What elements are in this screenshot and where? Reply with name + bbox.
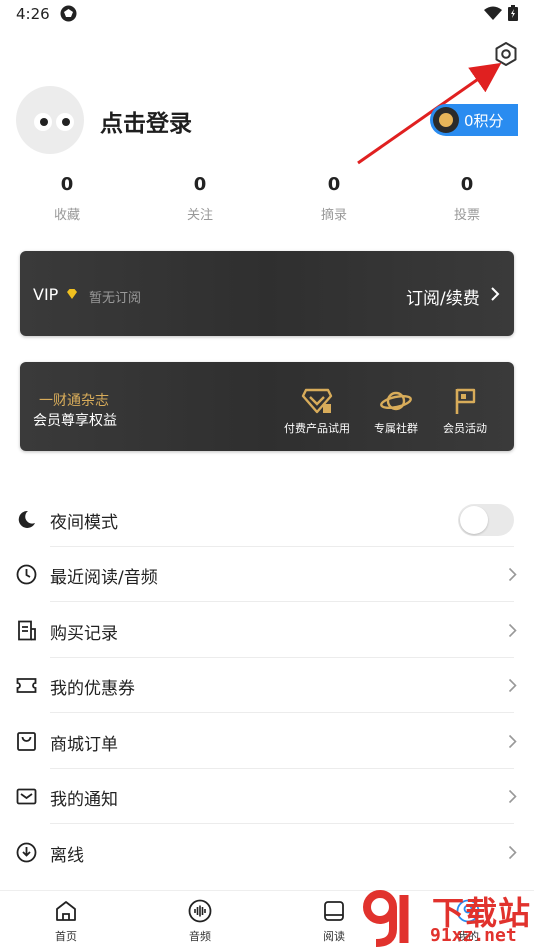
- chevron-right-icon: [508, 734, 517, 749]
- menu-label: 购买记录: [50, 624, 118, 644]
- menu-item-night-mode: 夜间模式: [0, 492, 534, 547]
- stat-value: 0: [460, 174, 474, 195]
- home-icon: [56, 901, 76, 921]
- stats-row: 0 收藏 0 关注 0 摘录 0 投票: [0, 172, 534, 228]
- menu-item-coupons[interactable]: 我的优惠券: [0, 658, 534, 713]
- points-button[interactable]: 0积分: [430, 104, 518, 136]
- status-bar: 4:26: [0, 0, 534, 30]
- gift-icon: [301, 388, 333, 414]
- receipt-icon: [18, 620, 36, 641]
- menu-label: 离线: [50, 846, 84, 866]
- benefit-label: 专属社群: [374, 422, 418, 435]
- stat-label: 投票: [453, 208, 480, 223]
- stat-votes[interactable]: 0 投票: [417, 172, 517, 223]
- benefit-label: 会员活动: [443, 422, 487, 435]
- stat-value: 0: [60, 174, 74, 195]
- stat-label: 摘录: [320, 208, 347, 223]
- status-time: 4:26: [16, 5, 50, 23]
- watermark-url: 91xz.net: [430, 925, 517, 946]
- tab-label: 首页: [55, 930, 77, 943]
- menu-label: 我的通知: [50, 790, 118, 810]
- settings-gear-icon[interactable]: [492, 40, 520, 68]
- member-title: 一财通杂志: [39, 393, 109, 409]
- audio-icon: [188, 899, 212, 923]
- divider: [50, 823, 514, 824]
- book-icon: [324, 901, 344, 921]
- toggle-knob: [460, 506, 488, 534]
- moon-icon: [18, 510, 35, 528]
- planet-icon: [380, 391, 412, 411]
- stat-following[interactable]: 0 关注: [150, 172, 250, 223]
- chevron-right-icon: [508, 623, 517, 638]
- coupon-icon: [16, 678, 37, 693]
- watermark: 下载站 91xz.net: [360, 885, 534, 950]
- clock-icon: [16, 564, 37, 585]
- menu-item-orders[interactable]: 商城订单: [0, 714, 534, 769]
- chevron-right-icon: [508, 845, 517, 860]
- download-icon: [16, 842, 37, 863]
- menu-label: 我的优惠券: [50, 679, 135, 699]
- menu-item-purchases[interactable]: 购买记录: [0, 603, 534, 658]
- menu-item-notifications[interactable]: 我的通知: [0, 769, 534, 824]
- tab-audio[interactable]: 音频: [170, 899, 230, 944]
- tab-label: 音频: [189, 930, 211, 943]
- tab-label: 阅读: [323, 930, 345, 943]
- vip-label: VIP: [33, 285, 59, 304]
- menu-item-offline[interactable]: 离线: [0, 825, 534, 880]
- stat-value: 0: [327, 174, 341, 195]
- stat-excerpts[interactable]: 0 摘录: [284, 172, 384, 223]
- stat-favorites[interactable]: 0 收藏: [17, 172, 117, 223]
- battery-icon: [508, 5, 518, 21]
- points-coin-icon: [433, 107, 459, 133]
- benefit-label: 付费产品试用: [284, 422, 350, 435]
- tab-read[interactable]: 阅读: [304, 899, 364, 944]
- avatar-eye-right: [56, 113, 74, 131]
- mail-icon: [16, 788, 37, 805]
- chevron-right-icon: [508, 567, 517, 582]
- divider: [50, 601, 514, 602]
- stat-label: 关注: [186, 208, 213, 223]
- benefit-trial[interactable]: 付费产品试用: [284, 386, 350, 436]
- benefit-community[interactable]: 专属社群: [374, 386, 418, 436]
- benefit-events[interactable]: 会员活动: [443, 386, 487, 436]
- flag-icon: [455, 388, 476, 414]
- stat-label: 收藏: [53, 208, 80, 223]
- chevron-right-icon: [491, 287, 500, 301]
- subscribe-renew-link[interactable]: 订阅/续费: [406, 284, 480, 309]
- menu-label: 夜间模式: [50, 513, 118, 533]
- avatar-eye-left: [34, 113, 52, 131]
- stat-value: 0: [193, 174, 207, 195]
- app-notification-icon: [60, 5, 77, 22]
- divider: [50, 712, 514, 713]
- tab-home[interactable]: 首页: [36, 899, 96, 944]
- vip-status: 暂无订阅: [89, 291, 142, 306]
- login-link[interactable]: 点击登录: [100, 104, 192, 138]
- diamond-icon: [67, 289, 77, 299]
- bag-icon: [17, 732, 36, 751]
- chevron-right-icon: [508, 789, 517, 804]
- menu-item-recent[interactable]: 最近阅读/音频: [0, 547, 534, 602]
- member-subtitle: 会员尊享权益: [33, 413, 117, 429]
- menu-label: 商城订单: [50, 735, 118, 755]
- chevron-right-icon: [508, 678, 517, 693]
- night-mode-toggle[interactable]: [458, 504, 514, 536]
- wifi-icon: [484, 6, 502, 20]
- member-benefits-card[interactable]: 一财通杂志 会员尊享权益 付费产品试用 专属社群 会员活动: [20, 362, 514, 451]
- points-label: 0积分: [464, 112, 504, 130]
- watermark-logo: [363, 890, 409, 947]
- annotation-arrow: [357, 62, 502, 165]
- avatar[interactable]: [16, 86, 84, 154]
- menu-label: 最近阅读/音频: [50, 568, 158, 588]
- vip-card[interactable]: VIP 暂无订阅 订阅/续费: [20, 251, 514, 336]
